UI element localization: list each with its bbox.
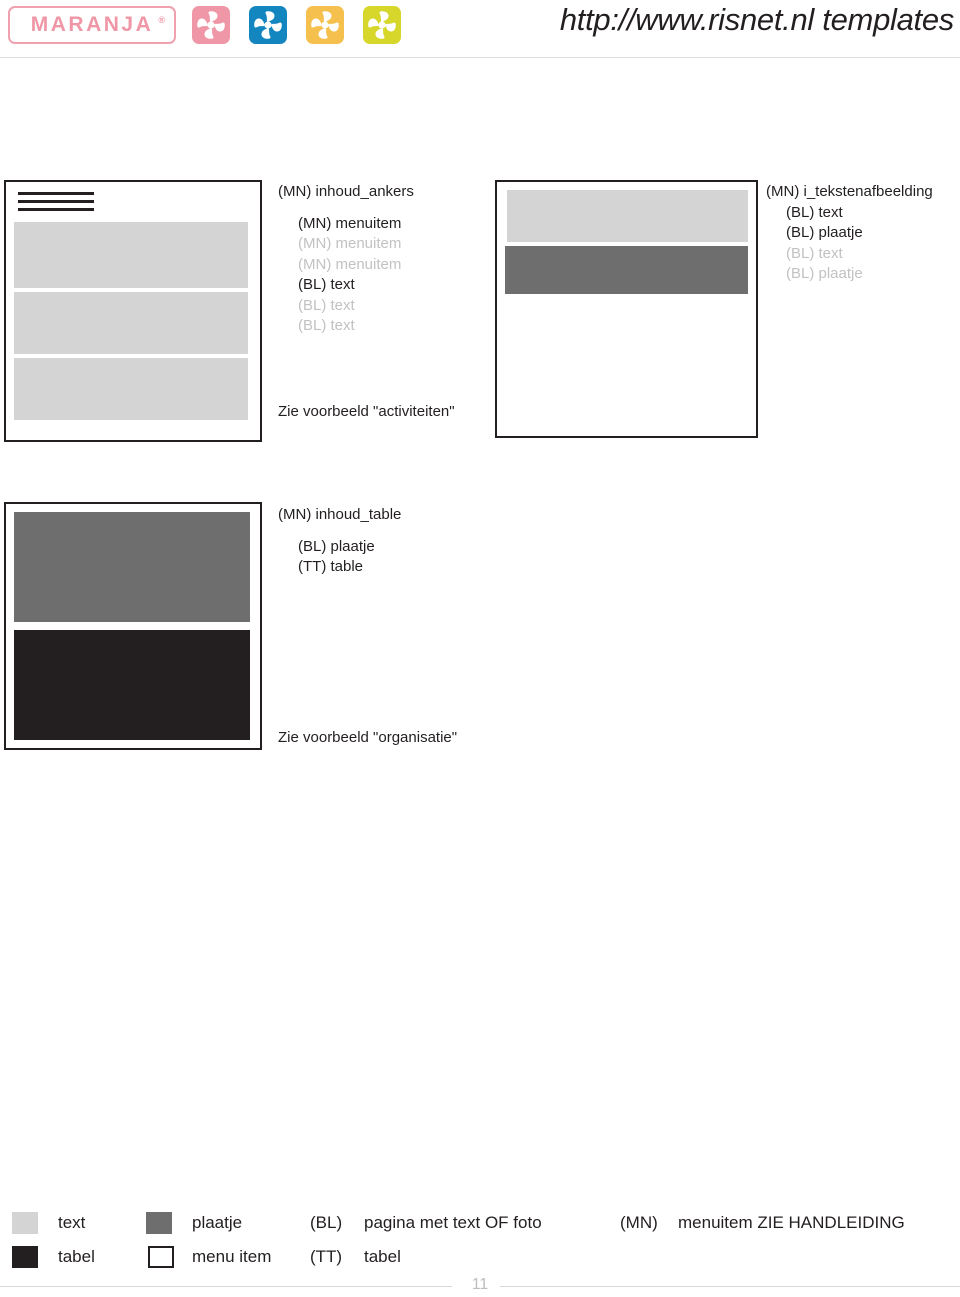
text-block-inhoud-table: (MN) inhoud_table (BL) plaatje (TT) tabl… <box>278 505 401 578</box>
content-bar-text-2 <box>14 292 248 354</box>
legend-code-tt: (TT) <box>310 1247 343 1266</box>
header-divider <box>0 57 960 58</box>
item-bl-text-1: (BL) text <box>298 276 355 293</box>
item-tt-table: (TT) table <box>298 558 364 575</box>
section-title-inhoud-ankers: (MN) inhoud_ankers <box>278 183 414 200</box>
legend-code-bl: (BL) <box>310 1213 343 1232</box>
content-bar-plaatje <box>14 512 250 622</box>
swatch-plaatje-label: plaatje <box>192 1213 243 1232</box>
item-bl-plaatje-2: (BL) plaatje <box>786 265 863 282</box>
flower-icon-orange <box>306 6 344 44</box>
swatch-text <box>12 1212 38 1234</box>
menu-anchor-line-3 <box>18 208 94 211</box>
flower-icon-blue <box>249 6 287 44</box>
content-bar-plaatje <box>505 246 748 294</box>
item-bl-text-3: (BL) text <box>298 317 355 334</box>
content-bar-tabel <box>14 630 250 740</box>
page-number: 11 <box>471 1276 489 1293</box>
legend-desc-bl: pagina met text OF foto <box>364 1213 542 1232</box>
logo-wordmark: MARANJA <box>30 13 154 36</box>
content-bar-text <box>507 190 748 242</box>
legend: text tabel plaatje menu item (BL) pagina… <box>0 1204 960 1274</box>
page-title: http://www.risnet.nl templates <box>559 2 954 37</box>
menu-anchor-line-2 <box>18 200 94 203</box>
flower-icon-green <box>363 6 401 44</box>
swatch-plaatje <box>146 1212 172 1234</box>
swatch-tabel <box>12 1246 38 1268</box>
item-bl-text-2: (BL) text <box>786 244 843 262</box>
caption-activiteiten: Zie voorbeeld "activiteiten" <box>278 403 455 420</box>
legend-desc-tt: tabel <box>364 1247 401 1266</box>
menu-anchor-line-1 <box>18 192 94 195</box>
section-title-i-tekstenafbeelding: (MN) i_tekstenafbeelding <box>766 183 933 200</box>
content-bar-text-3 <box>14 358 248 420</box>
text-block-inhoud-ankers: (MN) inhoud_ankers (MN) menuitem (MN) me… <box>278 182 414 337</box>
footer-divider-right <box>500 1286 960 1287</box>
caption-organisatie: Zie voorbeeld "organisatie" <box>278 729 458 746</box>
maranja-logo: MARANJA ® <box>8 6 176 44</box>
legend-desc-mn: menuitem ZIE HANDLEIDING <box>678 1213 905 1232</box>
item-bl-plaatje-1: (BL) plaatje <box>786 224 863 241</box>
footer-divider-left <box>0 1286 452 1287</box>
registered-trademark-icon: ® <box>158 15 165 25</box>
legend-code-mn: (MN) <box>620 1213 658 1232</box>
text-block-i-tekstenafbeelding: (MN) i_tekstenafbeelding (BL) text (BL) … <box>766 182 933 285</box>
item-bl-text-2: (BL) text <box>298 296 355 314</box>
swatch-menu-item-label: menu item <box>192 1247 272 1266</box>
wireframe-i-tekstenafbeelding <box>495 180 758 438</box>
wireframe-inhoud-table <box>4 502 262 750</box>
item-bl-plaatje: (BL) plaatje <box>298 537 375 555</box>
section-title-inhoud-table: (MN) inhoud_table <box>278 506 402 523</box>
item-menuitem-1: (MN) menuitem <box>298 214 402 232</box>
swatch-text-label: text <box>58 1213 86 1232</box>
swatch-tabel-label: tabel <box>58 1247 95 1266</box>
content-bar-text-1 <box>14 222 248 288</box>
item-menuitem-2: (MN) menuitem <box>298 235 402 252</box>
flower-icon-pink <box>192 6 230 44</box>
page-header: MARANJA ® http://www.risnet.nl templates <box>0 0 960 57</box>
item-menuitem-3: (MN) menuitem <box>298 255 402 273</box>
wireframe-inhoud-ankers <box>4 180 262 442</box>
item-bl-text-1: (BL) text <box>786 203 843 221</box>
swatch-menu-item <box>148 1246 174 1268</box>
